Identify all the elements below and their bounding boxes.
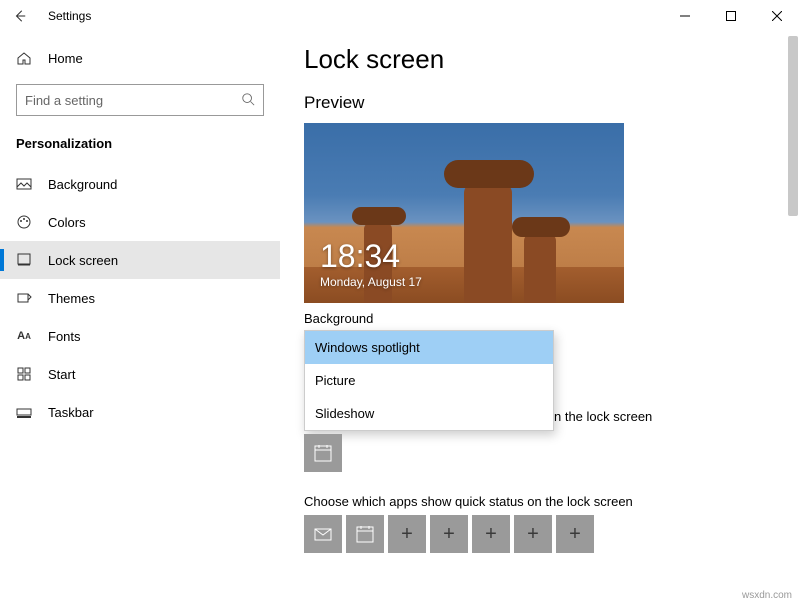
maximize-icon — [726, 11, 736, 21]
detailed-status-text-partial: n the lock screen — [304, 409, 800, 424]
nav-fonts[interactable]: AA Fonts — [0, 317, 280, 355]
nav-background[interactable]: Background — [0, 165, 280, 203]
quick-status-label: Choose which apps show quick status on t… — [304, 494, 800, 509]
minimize-button[interactable] — [662, 0, 708, 32]
quick-status-tile-add[interactable]: + — [430, 515, 468, 553]
nav-item-label: Background — [48, 177, 117, 192]
lock-screen-icon — [16, 252, 32, 268]
calendar-icon — [355, 524, 375, 544]
quick-status-tile-add[interactable]: + — [388, 515, 426, 553]
search-input[interactable]: Find a setting — [16, 84, 264, 116]
scrollbar[interactable] — [788, 36, 798, 216]
nav-themes[interactable]: Themes — [0, 279, 280, 317]
page-heading: Lock screen — [304, 44, 800, 75]
search-icon — [241, 92, 255, 109]
nav-item-label: Start — [48, 367, 75, 382]
home-icon — [16, 50, 32, 66]
quick-status-tile-mail[interactable] — [304, 515, 342, 553]
close-button[interactable] — [754, 0, 800, 32]
taskbar-icon — [16, 404, 32, 420]
content-pane: Lock screen Preview 18:34 Monday, August… — [280, 32, 800, 605]
dropdown-option-spotlight[interactable]: Windows spotlight — [305, 331, 553, 364]
plus-icon: + — [527, 523, 539, 546]
nav-item-label: Themes — [48, 291, 95, 306]
calendar-icon — [313, 443, 333, 463]
nav-home-label: Home — [48, 51, 83, 66]
nav-item-label: Fonts — [48, 329, 81, 344]
start-icon — [16, 366, 32, 382]
preview-time: 18:34 — [320, 238, 422, 275]
nav-taskbar[interactable]: Taskbar — [0, 393, 280, 431]
maximize-button[interactable] — [708, 0, 754, 32]
nav-item-label: Colors — [48, 215, 86, 230]
background-label: Background — [304, 311, 800, 326]
themes-icon — [16, 290, 32, 306]
watermark: wsxdn.com — [742, 590, 792, 601]
plus-icon: + — [401, 523, 413, 546]
quick-status-tile-add[interactable]: + — [472, 515, 510, 553]
nav-item-label: Taskbar — [48, 405, 94, 420]
nav-colors[interactable]: Colors — [0, 203, 280, 241]
category-label: Personalization — [0, 130, 280, 165]
nav-lock-screen[interactable]: Lock screen — [0, 241, 280, 279]
back-button[interactable] — [8, 4, 32, 28]
window-title: Settings — [48, 9, 91, 23]
nav-item-label: Lock screen — [48, 253, 118, 268]
palette-icon — [16, 214, 32, 230]
quick-status-tile-calendar[interactable] — [346, 515, 384, 553]
minimize-icon — [680, 11, 690, 21]
picture-icon — [16, 176, 32, 192]
plus-icon: + — [443, 523, 455, 546]
plus-icon: + — [569, 523, 581, 546]
plus-icon: + — [485, 523, 497, 546]
quick-status-tile-add[interactable]: + — [556, 515, 594, 553]
lock-screen-preview: 18:34 Monday, August 17 — [304, 123, 624, 303]
search-placeholder: Find a setting — [25, 93, 103, 108]
fonts-icon: AA — [16, 328, 32, 344]
dropdown-option-picture[interactable]: Picture — [305, 364, 553, 397]
mail-icon — [313, 524, 333, 544]
arrow-left-icon — [13, 9, 27, 23]
quick-status-tile-add[interactable]: + — [514, 515, 552, 553]
detailed-status-app-tile[interactable] — [304, 434, 342, 472]
titlebar: Settings — [0, 0, 800, 32]
nav-home[interactable]: Home — [0, 40, 280, 76]
sidebar: Home Find a setting Personalization Back… — [0, 32, 280, 605]
close-icon — [772, 11, 782, 21]
preview-date: Monday, August 17 — [320, 275, 422, 289]
nav-start[interactable]: Start — [0, 355, 280, 393]
preview-label: Preview — [304, 93, 800, 113]
